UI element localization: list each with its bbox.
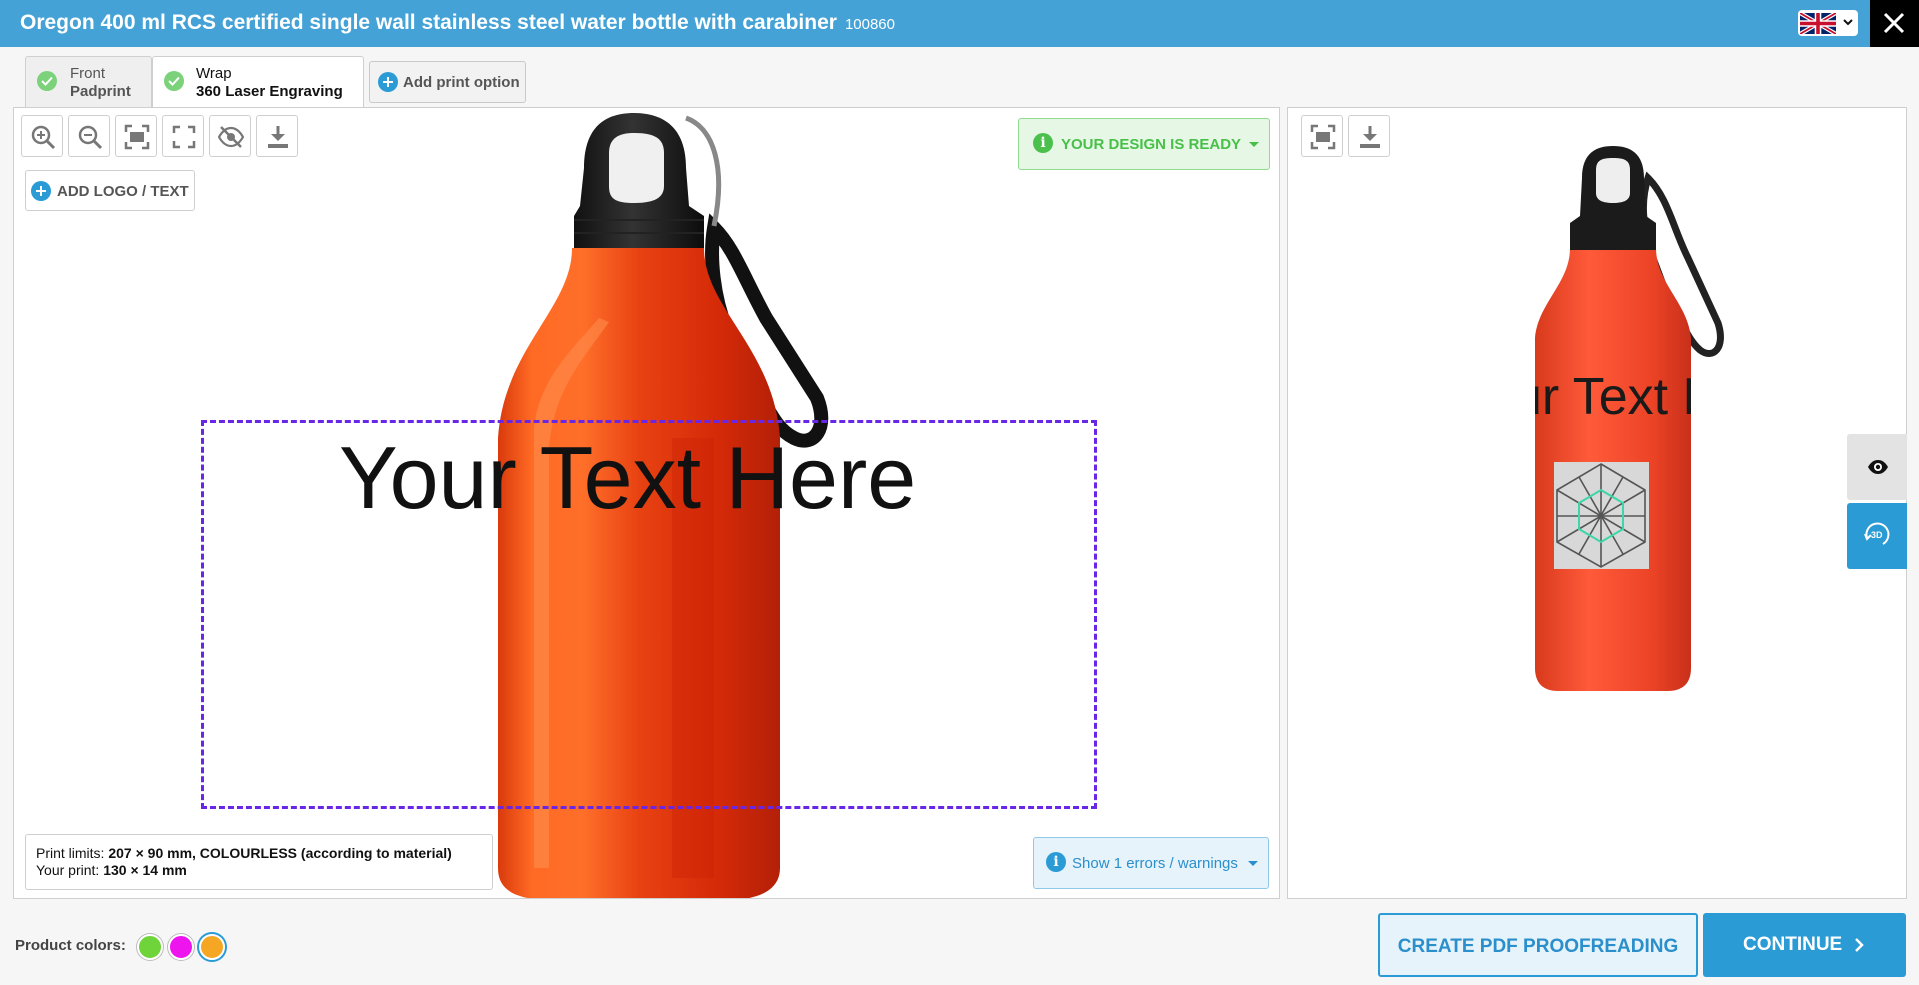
preview-panel: ur Text He: [1287, 107, 1907, 899]
zoom-out-button[interactable]: [68, 115, 110, 157]
print-limits-value: 207 × 90 mm, COLOURLESS (according to ma…: [108, 845, 452, 861]
design-text-element[interactable]: Your Text Here: [339, 427, 916, 529]
chevron-down-icon: [1843, 19, 1853, 26]
tab-wrap-side: Wrap: [196, 65, 232, 82]
color-swatch-orange[interactable]: [199, 934, 225, 960]
errors-warnings-label: Show 1 errors / warnings: [1072, 855, 1238, 872]
your-print-value: 130 × 14 mm: [103, 862, 187, 878]
3d-bottle-preview[interactable]: ur Text He: [1288, 108, 1907, 899]
color-swatch-magenta[interactable]: [168, 934, 194, 960]
3d-rotate-icon: 3D: [1864, 522, 1890, 545]
tab-front[interactable]: Front Padprint: [25, 56, 152, 107]
zoom-out-icon: [78, 125, 103, 150]
print-limits-line: Print limits: 207 × 90 mm, COLOURLESS (a…: [36, 845, 452, 861]
caret-down-icon: [1248, 861, 1258, 866]
print-limits-info: Print limits: 207 × 90 mm, COLOURLESS (a…: [25, 834, 493, 890]
info-icon: i: [1046, 852, 1066, 872]
3d-label: 3D: [1871, 530, 1883, 540]
add-logo-text-label: ADD LOGO / TEXT: [57, 183, 189, 200]
language-selector[interactable]: [1798, 10, 1858, 36]
add-print-option-label: Add print option: [403, 74, 520, 91]
design-editor-panel[interactable]: ADD LOGO / TEXT i YOUR DESIGN IS READY Y…: [13, 107, 1280, 899]
eye-icon: [1868, 460, 1888, 474]
your-print-line: Your print: 130 × 14 mm: [36, 862, 187, 878]
product-name: Oregon 400 ml RCS certified single wall …: [20, 11, 837, 34]
plus-circle-icon: [31, 181, 51, 201]
check-icon: [164, 71, 184, 91]
eye-slash-icon: [218, 126, 244, 148]
uk-flag-icon: [1800, 13, 1836, 34]
continue-label: CONTINUE: [1743, 934, 1843, 955]
header-bar: Oregon 400 ml RCS certified single wall …: [0, 0, 1919, 47]
tab-front-side: Front: [70, 65, 106, 82]
fullscreen-icon: [172, 125, 196, 149]
errors-warnings-dropdown[interactable]: i Show 1 errors / warnings: [1033, 837, 1269, 889]
toggle-visibility-button[interactable]: [209, 115, 251, 157]
tab-wrap[interactable]: Wrap 360 Laser Engraving: [152, 56, 364, 108]
info-icon: i: [1033, 133, 1053, 153]
create-pdf-proofreading-button[interactable]: CREATE PDF PROOFREADING: [1378, 913, 1698, 977]
zoom-in-icon: [31, 125, 56, 150]
color-swatch-green[interactable]: [137, 934, 163, 960]
product-sku: 100860: [844, 16, 895, 33]
tab-front-method: Padprint: [70, 83, 131, 100]
close-button[interactable]: [1870, 0, 1919, 47]
fit-area-icon: [124, 124, 150, 150]
fit-print-area-button[interactable]: [115, 115, 157, 157]
tab-wrap-method: 360 Laser Engraving: [196, 83, 343, 100]
chevron-right-icon: [1855, 938, 1864, 952]
continue-button[interactable]: CONTINUE: [1703, 913, 1906, 977]
fullscreen-button[interactable]: [162, 115, 204, 157]
caret-down-icon: [1249, 142, 1259, 147]
plus-circle-icon: [378, 72, 398, 92]
3d-view-button[interactable]: 3D: [1847, 503, 1907, 569]
print-limits-label: Print limits:: [36, 845, 105, 861]
download-button[interactable]: [256, 115, 298, 157]
product-colors-label: Product colors:: [15, 937, 126, 954]
create-pdf-label: CREATE PDF PROOFREADING: [1397, 936, 1679, 957]
product-title: Oregon 400 ml RCS certified single wall …: [20, 11, 895, 35]
design-status-label: YOUR DESIGN IS READY: [1061, 136, 1242, 153]
zoom-in-button[interactable]: [21, 115, 63, 157]
close-icon: [1883, 12, 1905, 34]
view-mode-button[interactable]: [1847, 434, 1907, 500]
download-icon: [268, 126, 288, 148]
add-logo-text-button[interactable]: ADD LOGO / TEXT: [25, 170, 195, 211]
your-print-label: Your print:: [36, 862, 100, 878]
design-status-dropdown[interactable]: i YOUR DESIGN IS READY: [1018, 118, 1270, 170]
add-print-option-button[interactable]: Add print option: [369, 61, 526, 103]
check-icon: [37, 71, 57, 91]
preview-design-text: ur Text He: [1513, 368, 1749, 426]
